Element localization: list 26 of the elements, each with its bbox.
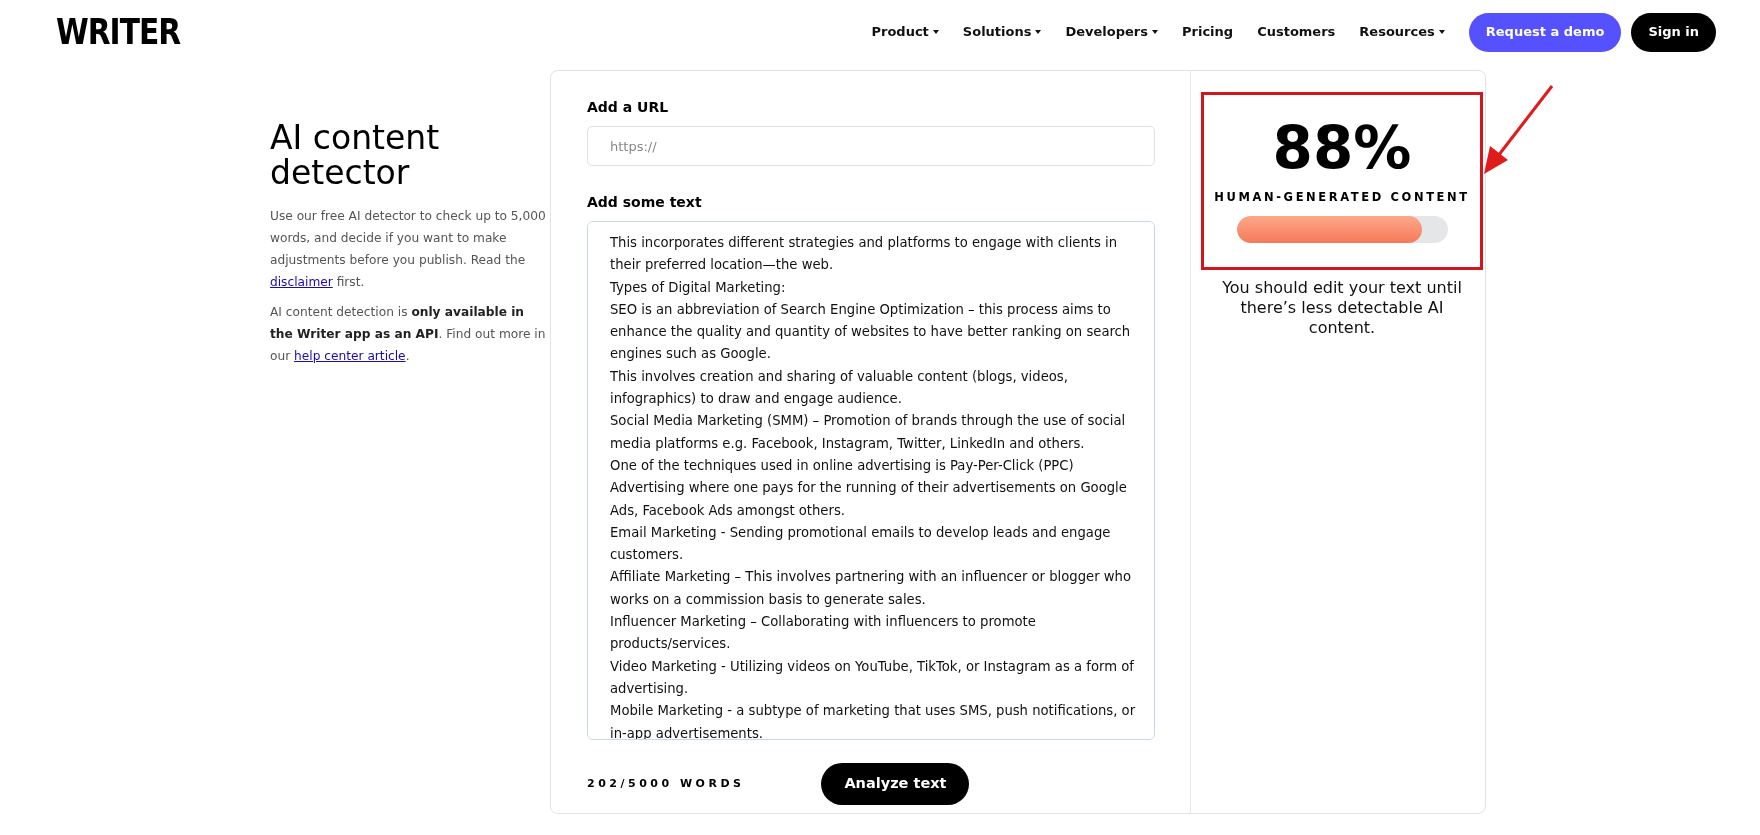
text-link[interactable]: disclaimer: [270, 274, 333, 289]
caret-icon: [1035, 30, 1042, 34]
caret-icon: [1152, 30, 1158, 34]
score-percent: 88%: [1272, 119, 1412, 177]
page-title: AI content detector: [270, 120, 441, 191]
nav-link[interactable]: Resources: [1359, 22, 1445, 42]
score-caption: HUMAN-GENERATED CONTENT: [1214, 189, 1470, 206]
nav-link[interactable]: Solutions: [962, 22, 1042, 42]
demo-button[interactable]: Request a demo: [1468, 12, 1622, 52]
nav-link[interactable]: Pricing: [1182, 22, 1234, 42]
description-text: Use our free AI detector to check up to 5,000 words, and decide if you want to make adjustments before you publish. Read the disclaimer first.: [270, 207, 547, 291]
caret-icon: [1438, 30, 1445, 34]
sign-in-button[interactable]: Sign in: [1631, 12, 1716, 52]
nav-link[interactable]: Developers: [1065, 22, 1158, 42]
text-link[interactable]: help center article: [294, 348, 406, 363]
nav-link[interactable]: Product: [871, 22, 939, 42]
nav-link[interactable]: Customers: [1257, 22, 1336, 42]
url-field[interactable]: https://: [587, 126, 1155, 166]
advice-text: You should edit your text until there’s less detectable AI content.: [1221, 278, 1463, 339]
analyze-button[interactable]: Analyze text: [821, 763, 970, 805]
caret-icon: [932, 30, 939, 34]
word-count: 202/5000 WORDS: [587, 775, 745, 792]
logo[interactable]: WRITER: [56, 6, 181, 58]
field-label: Add a URL: [587, 98, 669, 117]
description-text: AI content detection is only available in the Writer app as an API. Find out more in our help center article.: [270, 303, 547, 365]
field-label: Add some text: [587, 193, 702, 212]
